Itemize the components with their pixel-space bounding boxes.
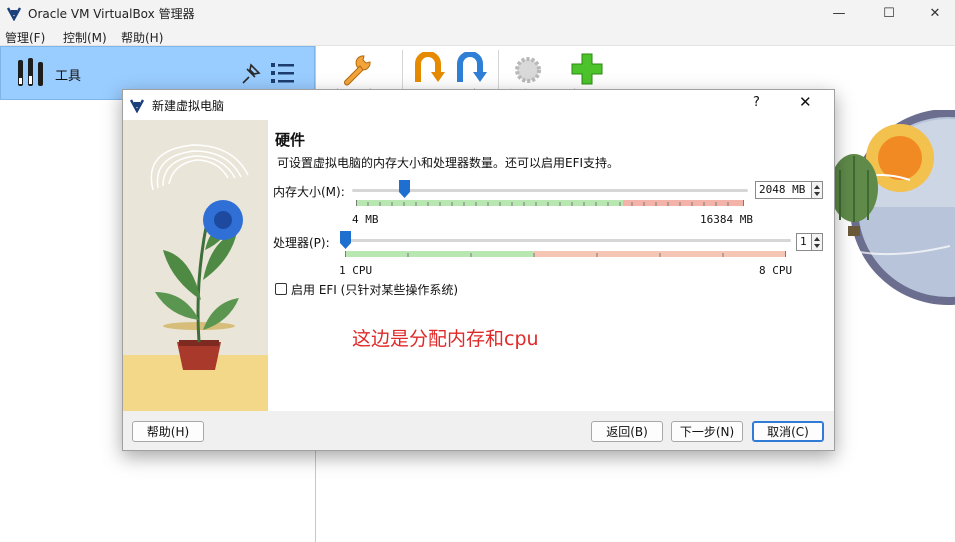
memory-slider-handle[interactable] <box>399 180 410 198</box>
memory-ticks <box>356 200 744 206</box>
memory-label: 内存大小(M): <box>273 185 345 199</box>
cpu-ticks <box>345 251 786 257</box>
cpu-spin-arrows[interactable] <box>811 233 823 251</box>
efi-checkbox[interactable] <box>275 283 287 295</box>
memory-decrement-icon[interactable] <box>814 192 820 196</box>
maximize-button[interactable]: ☐ <box>866 0 912 26</box>
cpu-slider-track[interactable] <box>341 239 791 242</box>
window-title: Oracle VM VirtualBox 管理器 <box>28 7 195 21</box>
help-button[interactable]: 帮助(H) <box>132 421 204 442</box>
next-button[interactable]: 下一步(N) <box>671 421 743 442</box>
dialog-titlebar: 新建虚拟电脑 ? ✕ <box>123 90 834 120</box>
menu-manage[interactable]: 管理(F) <box>5 29 45 46</box>
efi-label[interactable]: 启用 EFI (只针对某些操作系统) <box>291 281 458 298</box>
dialog-title: 新建虚拟电脑 <box>152 99 225 113</box>
back-button[interactable]: 返回(B) <box>591 421 663 442</box>
memory-max-label: 16384 MB <box>700 213 753 226</box>
close-button[interactable]: ✕ <box>912 0 955 26</box>
memory-value: 2048 MB <box>759 183 806 196</box>
cpu-value: 1 <box>800 235 807 248</box>
dialog-close-button[interactable]: ✕ <box>799 93 812 111</box>
tools-label: 工具 <box>55 69 82 84</box>
add-icon <box>571 53 603 85</box>
new-vm-dialog: 新建虚拟电脑 ? ✕ 硬件 可设置虚拟电脑的内存大小和处理器数量。还可以启用EF… <box>122 89 835 451</box>
tools-icon <box>18 58 43 86</box>
dialog-content: 硬件 可设置虚拟电脑的内存大小和处理器数量。还可以启用EFI支持。 内存大小(M… <box>123 120 834 411</box>
virtualbox-logo-icon <box>6 7 22 21</box>
virtualbox-logo-icon <box>129 99 145 113</box>
cpu-slider-handle[interactable] <box>339 231 351 249</box>
cpu-min-label: 1 CPU <box>339 264 373 277</box>
window-titlebar: Oracle VM VirtualBox 管理器 — ☐ ✕ <box>0 0 955 26</box>
cpu-label: 处理器(P): <box>273 236 330 250</box>
new-icon <box>515 57 541 83</box>
memory-spin-arrows[interactable] <box>811 181 823 199</box>
annotation-text: 这边是分配内存和cpu <box>352 328 539 350</box>
section-description: 可设置虚拟电脑的内存大小和处理器数量。还可以启用EFI支持。 <box>277 156 620 170</box>
export-icon <box>457 52 487 82</box>
import-icon <box>415 52 445 82</box>
cancel-button[interactable]: 取消(C) <box>752 421 824 442</box>
cpu-increment-icon[interactable] <box>814 237 820 241</box>
wrench-icon <box>344 55 371 86</box>
menu-control[interactable]: 控制(M) <box>63 29 107 46</box>
menu-help[interactable]: 帮助(H) <box>121 29 163 46</box>
section-heading: 硬件 <box>275 131 306 149</box>
plant-illustration <box>123 120 268 411</box>
memory-min-label: 4 MB <box>352 213 379 226</box>
memory-slider-track[interactable] <box>352 189 748 192</box>
cpu-decrement-icon[interactable] <box>814 244 820 248</box>
pin-icon[interactable] <box>237 61 263 87</box>
minimize-button[interactable]: — <box>816 0 862 26</box>
memory-input[interactable]: 2048 MB <box>755 181 813 199</box>
dialog-help-button[interactable]: ? <box>753 95 760 110</box>
memory-increment-icon[interactable] <box>814 185 820 189</box>
menu-bar: 管理(F) 控制(M) 帮助(H) <box>0 26 955 46</box>
list-menu-icon[interactable] <box>269 60 297 86</box>
cpu-max-label: 8 CPU <box>759 264 793 277</box>
